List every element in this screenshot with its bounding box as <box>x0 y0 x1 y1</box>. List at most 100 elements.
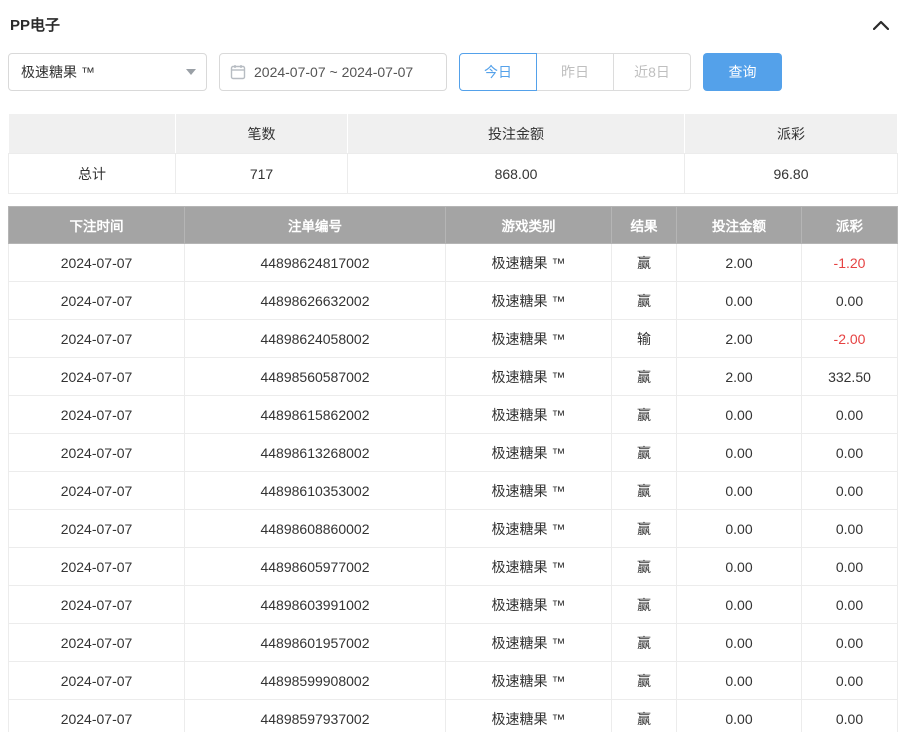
bet-time-cell: 2024-07-07 <box>9 434 185 472</box>
game-category-cell: 极速糖果 ™ <box>446 434 612 472</box>
table-row: 2024-07-0744898624058002极速糖果 ™输2.00-2.00 <box>9 320 898 358</box>
filter-row: 极速糖果 ™ 2024-07-07 ~ 2024-07-07 今日 昨日 近8日… <box>8 53 897 91</box>
game-category-cell: 极速糖果 ™ <box>446 548 612 586</box>
summary-header-count: 笔数 <box>176 114 348 154</box>
game-category-cell: 极速糖果 ™ <box>446 624 612 662</box>
game-category-cell: 极速糖果 ™ <box>446 244 612 282</box>
bet-id-cell: 44898599908002 <box>185 662 446 700</box>
bet-time-cell: 2024-07-07 <box>9 700 185 732</box>
panel-header: PP电子 <box>8 14 897 35</box>
summary-header-empty <box>9 114 176 154</box>
bet-amount-cell: 2.00 <box>677 244 802 282</box>
bet-time-cell: 2024-07-07 <box>9 244 185 282</box>
payout-cell: 0.00 <box>802 700 898 732</box>
payout-cell: 0.00 <box>802 548 898 586</box>
bet-id-cell: 44898597937002 <box>185 700 446 732</box>
col-header-payout: 派彩 <box>802 207 898 244</box>
payout-cell: 0.00 <box>802 586 898 624</box>
game-category-cell: 极速糖果 ™ <box>446 396 612 434</box>
payout-cell: 0.00 <box>802 510 898 548</box>
summary-table: 笔数 投注金额 派彩 总计 717 868.00 96.80 <box>8 113 898 194</box>
game-category-cell: 极速糖果 ™ <box>446 662 612 700</box>
bet-id-cell: 44898624058002 <box>185 320 446 358</box>
summary-header-bet-amount: 投注金额 <box>348 114 685 154</box>
game-category-cell: 极速糖果 ™ <box>446 472 612 510</box>
table-row: 2024-07-0744898601957002极速糖果 ™赢0.000.00 <box>9 624 898 662</box>
quick-filter-btn-yesterday[interactable]: 昨日 <box>536 53 614 91</box>
bet-amount-cell: 0.00 <box>677 586 802 624</box>
summary-header-row: 笔数 投注金额 派彩 <box>9 114 898 154</box>
payout-cell: 0.00 <box>802 624 898 662</box>
game-category-cell: 极速糖果 ™ <box>446 700 612 732</box>
result-cell: 赢 <box>612 434 677 472</box>
bet-time-cell: 2024-07-07 <box>9 320 185 358</box>
result-cell: 赢 <box>612 548 677 586</box>
table-row: 2024-07-0744898599908002极速糖果 ™赢0.000.00 <box>9 662 898 700</box>
result-cell: 赢 <box>612 244 677 282</box>
bet-amount-cell: 0.00 <box>677 700 802 732</box>
payout-cell: 0.00 <box>802 662 898 700</box>
bet-id-cell: 44898610353002 <box>185 472 446 510</box>
bet-id-cell: 44898605977002 <box>185 548 446 586</box>
game-category-cell: 极速糖果 ™ <box>446 282 612 320</box>
bet-id-cell: 44898624817002 <box>185 244 446 282</box>
result-cell: 赢 <box>612 700 677 732</box>
calendar-icon <box>230 64 246 80</box>
result-cell: 赢 <box>612 586 677 624</box>
col-header-bet-time: 下注时间 <box>9 207 185 244</box>
bet-time-cell: 2024-07-07 <box>9 624 185 662</box>
collapse-chevron-up-icon[interactable] <box>873 20 895 30</box>
bet-amount-cell: 0.00 <box>677 472 802 510</box>
bet-id-cell: 44898601957002 <box>185 624 446 662</box>
col-header-bet-amount: 投注金额 <box>677 207 802 244</box>
table-row: 2024-07-0744898608860002极速糖果 ™赢0.000.00 <box>9 510 898 548</box>
bet-id-cell: 44898615862002 <box>185 396 446 434</box>
payout-cell: -2.00 <box>802 320 898 358</box>
bet-amount-cell: 0.00 <box>677 662 802 700</box>
table-row: 2024-07-0744898603991002极速糖果 ™赢0.000.00 <box>9 586 898 624</box>
game-select[interactable]: 极速糖果 ™ <box>8 53 207 91</box>
result-cell: 赢 <box>612 624 677 662</box>
search-button[interactable]: 查询 <box>703 53 782 91</box>
col-header-bet-id: 注单编号 <box>185 207 446 244</box>
quick-filter-group: 今日 昨日 近8日 <box>459 53 691 91</box>
table-row: 2024-07-0744898615862002极速糖果 ™赢0.000.00 <box>9 396 898 434</box>
payout-cell: 0.00 <box>802 282 898 320</box>
summary-total-bet-amount: 868.00 <box>348 154 685 194</box>
bet-table-header-row: 下注时间 注单编号 游戏类别 结果 投注金额 派彩 <box>9 207 898 244</box>
bet-time-cell: 2024-07-07 <box>9 358 185 396</box>
date-range-input[interactable]: 2024-07-07 ~ 2024-07-07 <box>219 53 447 91</box>
result-cell: 输 <box>612 320 677 358</box>
table-row: 2024-07-0744898610353002极速糖果 ™赢0.000.00 <box>9 472 898 510</box>
summary-total-count: 717 <box>176 154 348 194</box>
bet-amount-cell: 2.00 <box>677 320 802 358</box>
bet-time-cell: 2024-07-07 <box>9 510 185 548</box>
payout-cell: -1.20 <box>802 244 898 282</box>
game-category-cell: 极速糖果 ™ <box>446 358 612 396</box>
payout-cell: 332.50 <box>802 358 898 396</box>
quick-filter-btn-today[interactable]: 今日 <box>459 53 537 91</box>
table-row: 2024-07-0744898560587002极速糖果 ™赢2.00332.5… <box>9 358 898 396</box>
game-select-value: 极速糖果 ™ <box>21 62 95 82</box>
bet-id-cell: 44898603991002 <box>185 586 446 624</box>
game-category-cell: 极速糖果 ™ <box>446 320 612 358</box>
quick-filter-btn-last8days[interactable]: 近8日 <box>613 53 691 91</box>
bet-amount-cell: 0.00 <box>677 434 802 472</box>
payout-cell: 0.00 <box>802 434 898 472</box>
page-title: PP电子 <box>10 14 60 35</box>
result-cell: 赢 <box>612 662 677 700</box>
bet-id-cell: 44898608860002 <box>185 510 446 548</box>
table-row: 2024-07-0744898605977002极速糖果 ™赢0.000.00 <box>9 548 898 586</box>
bet-amount-cell: 0.00 <box>677 510 802 548</box>
table-row: 2024-07-0744898597937002极速糖果 ™赢0.000.00 <box>9 700 898 732</box>
chevron-down-icon <box>186 69 196 75</box>
summary-total-label: 总计 <box>9 154 176 194</box>
summary-total-row: 总计 717 868.00 96.80 <box>9 154 898 194</box>
bet-time-cell: 2024-07-07 <box>9 548 185 586</box>
bet-amount-cell: 2.00 <box>677 358 802 396</box>
table-row: 2024-07-0744898613268002极速糖果 ™赢0.000.00 <box>9 434 898 472</box>
bet-records-table: 下注时间 注单编号 游戏类别 结果 投注金额 派彩 2024-07-074489… <box>8 206 898 732</box>
payout-cell: 0.00 <box>802 472 898 510</box>
bet-amount-cell: 0.00 <box>677 548 802 586</box>
bet-amount-cell: 0.00 <box>677 624 802 662</box>
